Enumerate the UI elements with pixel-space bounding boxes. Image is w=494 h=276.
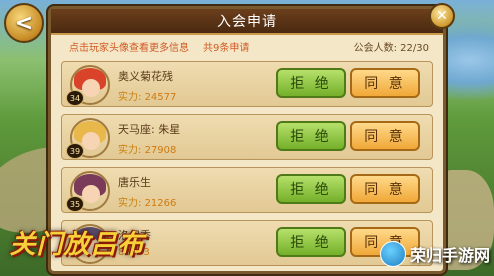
power-label: 实力: (118, 145, 142, 156)
accept-button[interactable]: 同 意 (350, 174, 420, 204)
power-label: 实力: (118, 92, 142, 103)
power-value: 27908 (144, 145, 177, 156)
avatar-face (82, 79, 100, 97)
application-count: 共9条申请 (203, 42, 250, 54)
game-logo: 关门放吕布 (9, 229, 145, 260)
player-power: 实力: 21266 (118, 194, 176, 209)
player-power: 实力: 24577 (118, 88, 176, 103)
level-badge: 39 (66, 143, 84, 159)
hint-text: 点击玩家头像查看更多信息 (69, 42, 189, 54)
back-arrow-icon: < (14, 10, 34, 36)
player-name: 天马座: 朱星 (118, 123, 181, 136)
avatar-face (82, 185, 100, 203)
applicant-row: 35 唐乐生 实力: 21266 拒 绝 同 意 (61, 167, 433, 213)
back-button[interactable]: < (4, 3, 44, 43)
dialog-title: 入会申请 (217, 14, 277, 30)
close-button[interactable]: ✕ (429, 3, 455, 29)
dialog-title-bar: 入会申请 (51, 9, 443, 35)
reject-button[interactable]: 拒 绝 (276, 227, 346, 257)
power-value: 21266 (144, 198, 177, 209)
reject-button[interactable]: 拒 绝 (276, 68, 346, 98)
watermark-logo-icon (380, 241, 406, 267)
power-label: 实力: (118, 198, 142, 209)
applicant-row: 34 奥义菊花残 实力: 24577 拒 绝 同 意 (61, 61, 433, 107)
reject-button[interactable]: 拒 绝 (276, 174, 346, 204)
close-icon: ✕ (436, 8, 448, 24)
site-watermark: 荣归手游网 (380, 236, 490, 272)
avatar-face (82, 132, 100, 150)
accept-button[interactable]: 同 意 (350, 121, 420, 151)
watermark-text: 荣归手游网 (410, 246, 491, 265)
accept-button[interactable]: 同 意 (350, 68, 420, 98)
level-badge: 34 (66, 90, 84, 106)
player-name: 奥义菊花残 (118, 70, 173, 83)
member-count: 公会人数: 22/30 (353, 42, 429, 54)
player-power: 实力: 27908 (118, 141, 176, 156)
applicant-row: 39 天马座: 朱星 实力: 27908 拒 绝 同 意 (61, 114, 433, 160)
level-badge: 35 (66, 196, 84, 212)
power-value: 24577 (144, 92, 177, 103)
reject-button[interactable]: 拒 绝 (276, 121, 346, 151)
player-name: 唐乐生 (118, 176, 151, 189)
info-row: 点击玩家头像查看更多信息 共9条申请 公会人数: 22/30 (69, 38, 429, 54)
